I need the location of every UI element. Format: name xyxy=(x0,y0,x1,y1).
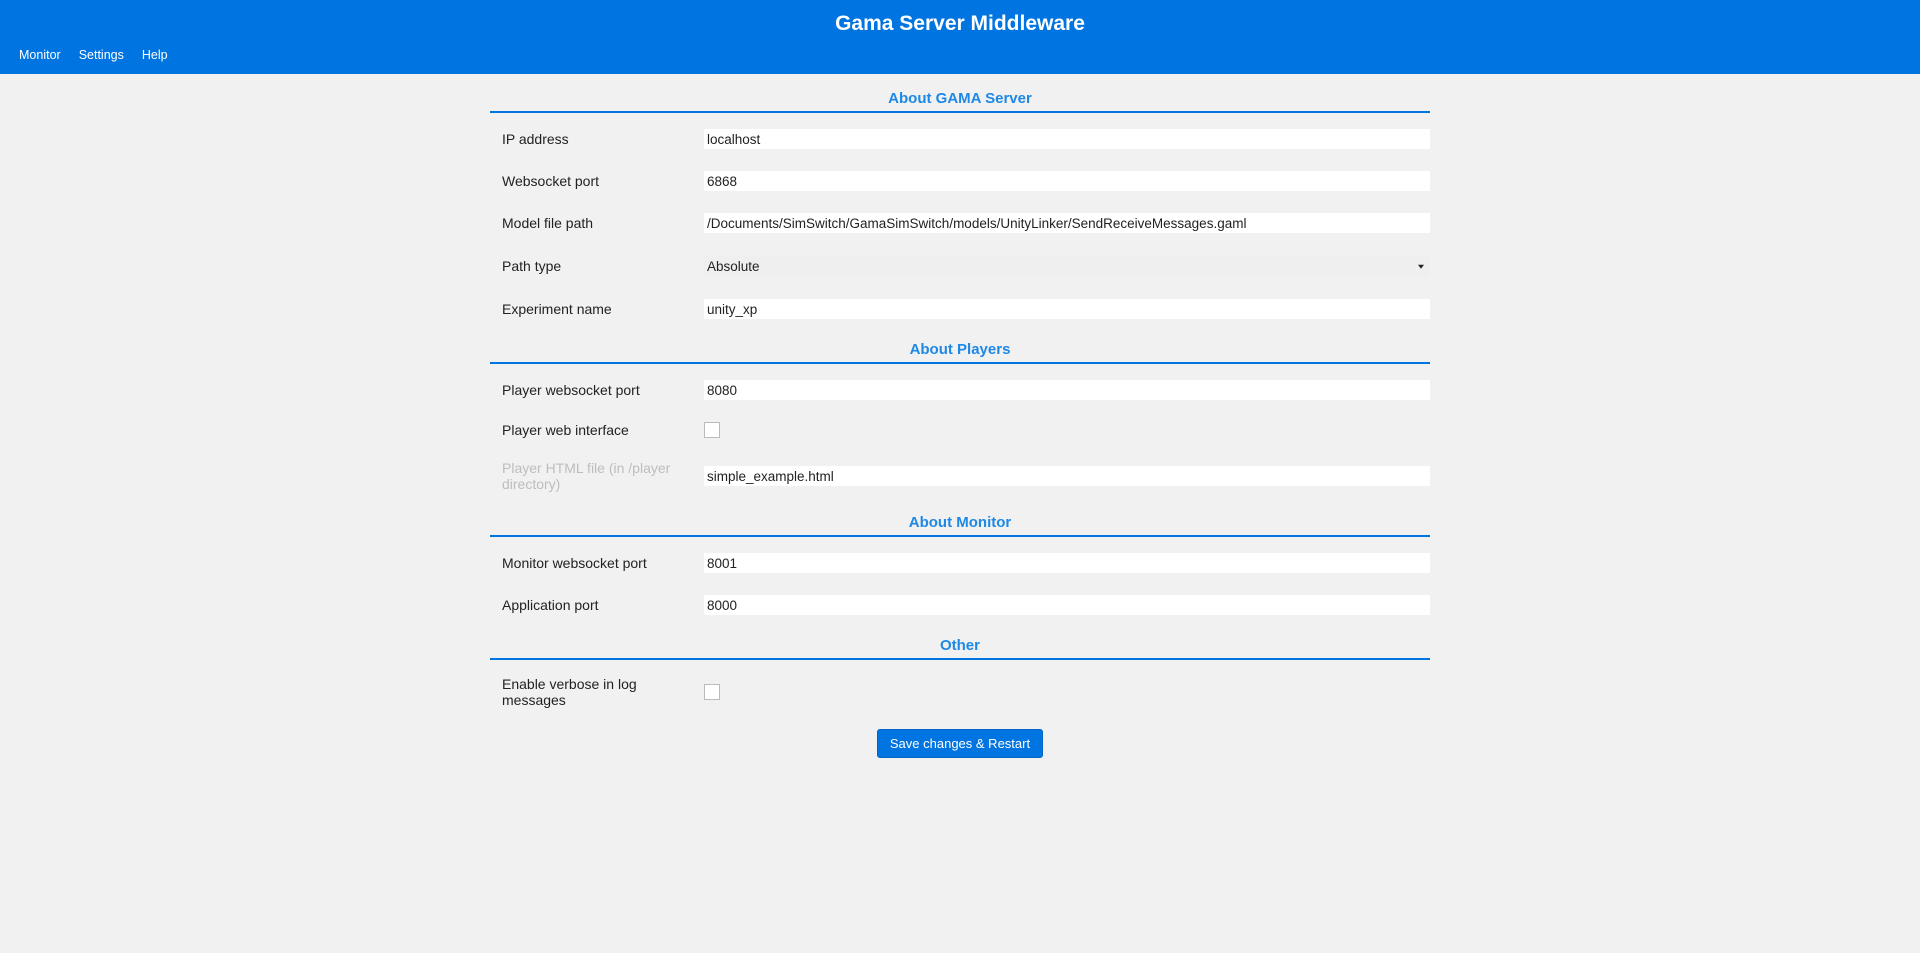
section-title-other: Other xyxy=(490,631,1430,660)
row-path-type: Path type Absolute xyxy=(490,249,1430,283)
select-path-type[interactable]: Absolute xyxy=(704,255,1430,277)
input-player-html-file xyxy=(704,466,1430,486)
label-ip-address: IP address xyxy=(502,131,704,147)
app-title: Gama Server Middleware xyxy=(0,10,1920,44)
input-experiment-name[interactable] xyxy=(704,299,1430,319)
label-player-web-interface: Player web interface xyxy=(502,422,704,438)
label-path-type: Path type xyxy=(502,258,704,274)
label-player-html-file: Player HTML file (in /player directory) xyxy=(502,460,704,492)
input-monitor-ws-port[interactable] xyxy=(704,553,1430,573)
section-title-gama: About GAMA Server xyxy=(490,84,1430,113)
input-application-port[interactable] xyxy=(704,595,1430,615)
label-application-port: Application port xyxy=(502,597,704,613)
label-player-ws-port: Player websocket port xyxy=(502,382,704,398)
app-header: Gama Server Middleware Monitor Settings … xyxy=(0,0,1920,74)
nav-settings[interactable]: Settings xyxy=(70,44,133,66)
checkbox-player-web-interface[interactable] xyxy=(704,422,720,438)
main-nav: Monitor Settings Help xyxy=(0,44,1920,74)
row-ip-address: IP address xyxy=(490,123,1430,155)
row-monitor-ws-port: Monitor websocket port xyxy=(490,547,1430,579)
row-ws-port: Websocket port xyxy=(490,165,1430,197)
input-player-ws-port[interactable] xyxy=(704,380,1430,400)
section-title-players: About Players xyxy=(490,335,1430,364)
settings-form: About GAMA Server IP address Websocket p… xyxy=(490,74,1430,788)
input-ws-port[interactable] xyxy=(704,171,1430,191)
save-button[interactable]: Save changes & Restart xyxy=(877,729,1043,758)
label-verbose: Enable verbose in log messages xyxy=(502,676,704,708)
row-application-port: Application port xyxy=(490,589,1430,621)
nav-monitor[interactable]: Monitor xyxy=(10,44,70,66)
row-model-path: Model file path xyxy=(490,207,1430,239)
input-model-path[interactable] xyxy=(704,213,1430,233)
label-ws-port: Websocket port xyxy=(502,173,704,189)
nav-help[interactable]: Help xyxy=(133,44,177,66)
row-player-web-interface: Player web interface xyxy=(490,416,1430,444)
label-model-path: Model file path xyxy=(502,215,704,231)
row-verbose: Enable verbose in log messages xyxy=(490,670,1430,714)
checkbox-verbose[interactable] xyxy=(704,684,720,700)
select-wrapper-path-type: Absolute xyxy=(704,255,1430,277)
save-row: Save changes & Restart xyxy=(490,729,1430,758)
label-experiment-name: Experiment name xyxy=(502,301,704,317)
label-monitor-ws-port: Monitor websocket port xyxy=(502,555,704,571)
section-title-monitor: About Monitor xyxy=(490,508,1430,537)
row-player-ws-port: Player websocket port xyxy=(490,374,1430,406)
row-player-html-file: Player HTML file (in /player directory) xyxy=(490,454,1430,498)
input-ip-address[interactable] xyxy=(704,129,1430,149)
row-experiment-name: Experiment name xyxy=(490,293,1430,325)
